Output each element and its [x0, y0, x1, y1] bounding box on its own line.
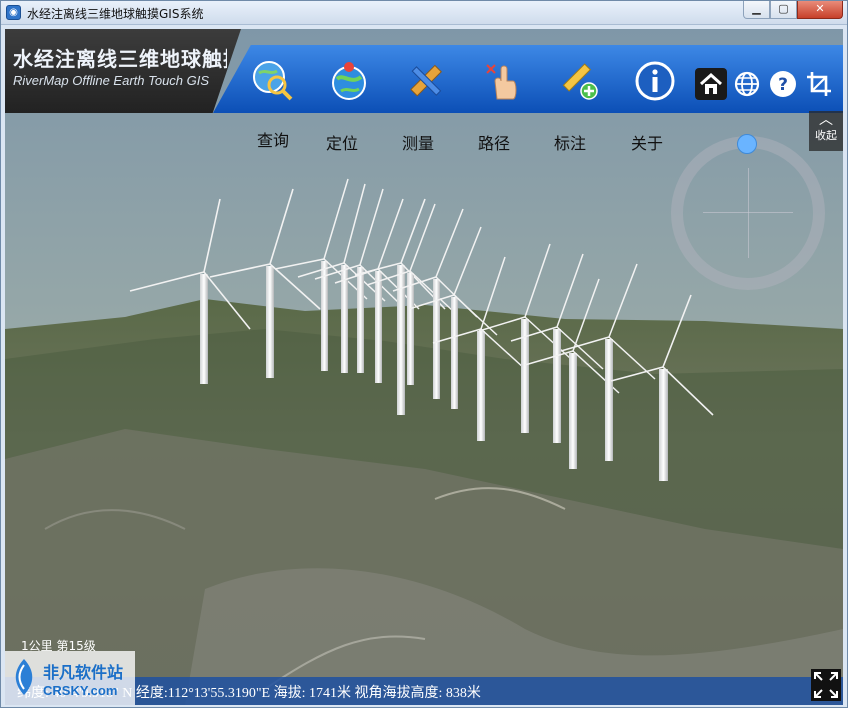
- tool-query-button[interactable]: [251, 59, 295, 103]
- collapse-button[interactable]: ︿ 收起: [809, 111, 843, 151]
- home-icon: [699, 72, 723, 94]
- tool-label-annotate[interactable]: 标注: [540, 130, 600, 154]
- tool-label-query[interactable]: 查询: [243, 127, 303, 151]
- home-button[interactable]: [695, 68, 727, 100]
- navigation-compass[interactable]: [671, 134, 825, 290]
- crop-icon: [807, 72, 831, 96]
- app-window: ◉ 水经注离线三维地球触摸GIS系统 ▁ ▢ ✕ 水经注离线三维地球触 Rive…: [0, 0, 848, 708]
- tool-locate-button[interactable]: [327, 59, 371, 103]
- help-button[interactable]: ?: [767, 68, 799, 100]
- watermark-cn: 非凡软件站: [43, 663, 124, 682]
- tool-label-measure[interactable]: 测量: [388, 130, 448, 154]
- fullscreen-button[interactable]: [811, 669, 841, 701]
- crop-button[interactable]: [803, 68, 835, 100]
- maximize-button[interactable]: ▢: [770, 1, 797, 19]
- chevron-up-icon: ︿: [819, 112, 833, 128]
- globe-icon: [734, 71, 760, 97]
- globe-locate-icon: [332, 62, 366, 100]
- pencil-add-icon: [562, 63, 598, 100]
- compass-north-knob[interactable]: [737, 134, 757, 154]
- watermark: 非凡软件站 CRSKY.com: [5, 651, 135, 705]
- tool-annotate-button[interactable]: [557, 59, 601, 103]
- brand-title-cn: 水经注离线三维地球触摸GIS系统: [13, 47, 227, 71]
- hand-touch-path-icon: [486, 64, 517, 100]
- collapse-label: 收起: [815, 129, 837, 142]
- app-icon: ◉: [6, 5, 21, 20]
- window-controls: ▁ ▢ ✕: [743, 1, 843, 21]
- globe-search-icon: [253, 61, 293, 101]
- map-viewport[interactable]: 水经注离线三维地球触摸GIS系统 RiverMap Offline Earth …: [5, 29, 843, 705]
- brand-title-en: RiverMap Offline Earth Touch GIS: [13, 73, 210, 88]
- help-icon: ?: [770, 71, 796, 97]
- watermark-en: CRSKY.com: [43, 683, 118, 698]
- globe-button[interactable]: [731, 68, 763, 100]
- minimize-button[interactable]: ▁: [743, 1, 770, 19]
- tool-label-path[interactable]: 路径: [464, 130, 524, 154]
- window-title: 水经注离线三维地球触摸GIS系统: [27, 7, 204, 21]
- tool-about-button[interactable]: [633, 59, 677, 103]
- svg-text:?: ?: [778, 75, 788, 95]
- expand-icon: [814, 672, 838, 698]
- tool-label-locate[interactable]: 定位: [312, 130, 372, 154]
- title-bar[interactable]: ◉ 水经注离线三维地球触摸GIS系统 ▁ ▢ ✕: [1, 1, 847, 25]
- tool-path-button[interactable]: [481, 59, 525, 103]
- tool-measure-button[interactable]: [403, 59, 447, 103]
- watermark-logo-icon: [15, 659, 33, 695]
- close-button[interactable]: ✕: [797, 1, 843, 19]
- info-icon: [635, 61, 675, 101]
- compass-crosshair-v: [748, 168, 749, 258]
- tool-label-about[interactable]: 关于: [617, 130, 677, 154]
- ruler-pencil-icon: [410, 64, 442, 97]
